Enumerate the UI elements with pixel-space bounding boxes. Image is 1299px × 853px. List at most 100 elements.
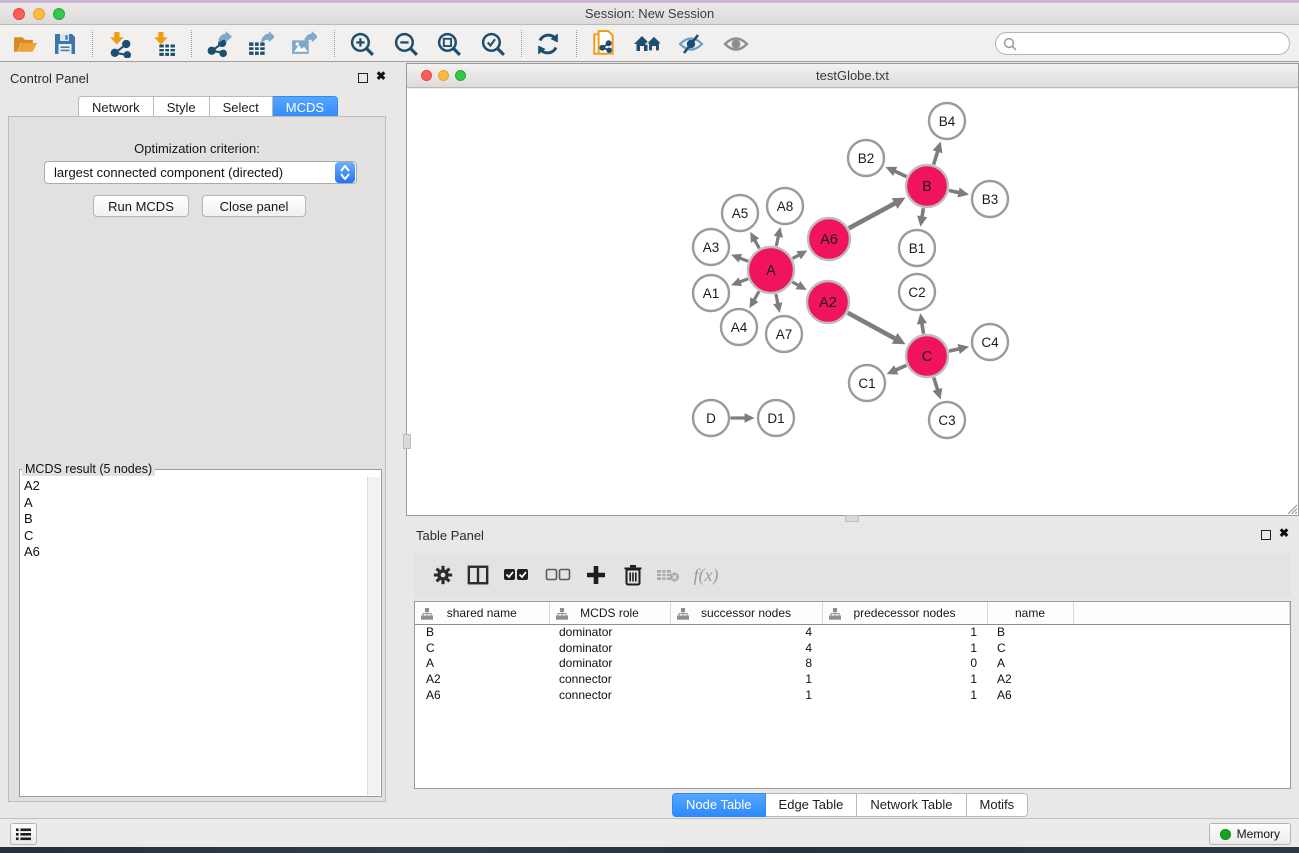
graph-edge-A6-B[interactable]	[849, 203, 896, 228]
graph-node-C2[interactable]: C2	[899, 274, 935, 310]
tab-edge-table[interactable]: Edge Table	[766, 793, 858, 817]
table-cell[interactable]: A6	[415, 687, 549, 703]
table-cell[interactable]: A	[415, 655, 549, 671]
graph-edge-A-A7[interactable]	[776, 294, 778, 305]
table-cell[interactable]: 1	[670, 671, 822, 687]
graph-node-C3[interactable]: C3	[929, 402, 965, 438]
graph-edge-A-A8[interactable]	[776, 235, 778, 246]
table-cell[interactable]: 1	[670, 687, 822, 703]
tab-motifs[interactable]: Motifs	[967, 793, 1029, 817]
table-row[interactable]: Cdominator41C	[415, 640, 1290, 656]
table-row[interactable]: Adominator80A	[415, 655, 1290, 671]
graph-edge-B-B2[interactable]	[894, 171, 907, 177]
refresh-button[interactable]	[533, 29, 563, 59]
table-cell[interactable]: C	[987, 640, 1073, 656]
resize-grip-icon[interactable]	[1285, 502, 1297, 514]
graph-edge-B-B3[interactable]	[949, 191, 960, 193]
column-header-name[interactable]: name	[987, 602, 1073, 624]
table-cell[interactable]: connector	[549, 671, 670, 687]
vertical-scroll-thumb[interactable]	[403, 434, 411, 449]
table-row[interactable]: A2connector11A2	[415, 671, 1290, 687]
table-cell[interactable]: B	[415, 624, 549, 640]
graph-node-A3[interactable]: A3	[693, 229, 729, 265]
export-network-button[interactable]	[203, 29, 233, 59]
table-cell[interactable]: 1	[822, 624, 987, 640]
optimization-criterion-select[interactable]: largest connected component (directed)	[44, 161, 357, 184]
table-cell[interactable]: A2	[415, 671, 549, 687]
list-item[interactable]: A6	[24, 544, 40, 561]
graph-node-A5[interactable]: A5	[722, 195, 758, 231]
graph-edge-C-C3[interactable]	[934, 377, 938, 390]
show-details-button[interactable]	[721, 29, 751, 59]
graph-node-C[interactable]: C	[906, 335, 948, 377]
table-cell[interactable]: 4	[670, 624, 822, 640]
graph-node-B3[interactable]: B3	[972, 181, 1008, 217]
zoom-in-button[interactable]	[347, 29, 377, 59]
table-cell[interactable]: 8	[670, 655, 822, 671]
graph-node-D[interactable]: D	[693, 400, 729, 436]
table-cell[interactable]: 1	[822, 671, 987, 687]
tab-network-table[interactable]: Network Table	[857, 793, 966, 817]
table-row[interactable]: Bdominator41B	[415, 624, 1290, 640]
zoom-selected-button[interactable]	[478, 29, 508, 59]
float-panel-icon[interactable]	[1261, 530, 1271, 540]
table-cell[interactable]: dominator	[549, 655, 670, 671]
zoom-out-button[interactable]	[391, 29, 421, 59]
graph-edge-A-A5[interactable]	[754, 239, 759, 248]
graph-node-C1[interactable]: C1	[849, 365, 885, 401]
table-cell[interactable]: 4	[670, 640, 822, 656]
graph-node-A8[interactable]: A8	[767, 188, 803, 224]
search-input[interactable]	[1017, 37, 1289, 51]
save-session-button[interactable]	[50, 29, 80, 59]
graph-node-A[interactable]: A	[748, 247, 794, 293]
list-item[interactable]: C	[24, 528, 40, 545]
table-cell[interactable]: dominator	[549, 640, 670, 656]
table-cell[interactable]: 1	[822, 687, 987, 703]
column-header-successor-nodes[interactable]: successor nodes	[670, 602, 822, 624]
export-table-button[interactable]	[245, 29, 275, 59]
zoom-fit-button[interactable]	[434, 29, 464, 59]
graph-node-A4[interactable]: A4	[721, 309, 757, 345]
network-canvas[interactable]: B4B2BB3A5A8A6B1A3AA1C2A2A4A7C4CC1C3DD1	[407, 89, 1298, 515]
graph-node-B1[interactable]: B1	[899, 230, 935, 266]
result-scrollbar[interactable]	[367, 477, 380, 795]
graph-node-B[interactable]: B	[906, 165, 948, 207]
table-cell[interactable]: A2	[987, 671, 1073, 687]
table-cell[interactable]: 1	[822, 640, 987, 656]
show-columns-button[interactable]	[462, 560, 494, 590]
task-history-button[interactable]	[10, 823, 37, 845]
table-cell[interactable]: B	[987, 624, 1073, 640]
graph-edge-A-A4[interactable]	[754, 291, 759, 301]
table-row[interactable]: A6connector11A6	[415, 687, 1290, 703]
graph-edge-C-C2[interactable]	[922, 322, 924, 334]
list-item[interactable]: A2	[24, 478, 40, 495]
table-cell[interactable]: 0	[822, 655, 987, 671]
graph-node-B2[interactable]: B2	[848, 140, 884, 176]
delete-table-button[interactable]	[652, 560, 684, 590]
close-panel-icon[interactable]: ✖	[376, 69, 386, 83]
graph-edge-B-B4[interactable]	[934, 150, 938, 164]
graph-edge-C-C1[interactable]	[895, 365, 907, 370]
list-item[interactable]: A	[24, 495, 40, 512]
graph-node-A1[interactable]: A1	[693, 275, 729, 311]
run-mcds-button[interactable]: Run MCDS	[93, 195, 189, 217]
hide-details-button[interactable]	[676, 29, 706, 59]
tab-node-table[interactable]: Node Table	[672, 793, 766, 817]
import-table-button[interactable]	[148, 29, 178, 59]
column-header-predecessor-nodes[interactable]: predecessor nodes	[822, 602, 987, 624]
graph-node-A7[interactable]: A7	[766, 316, 802, 352]
graph-node-A6[interactable]: A6	[808, 218, 850, 260]
add-column-button[interactable]	[580, 560, 612, 590]
import-network-button[interactable]	[104, 29, 134, 59]
column-header-mcds-role[interactable]: MCDS role	[549, 602, 670, 624]
deselect-all-button[interactable]	[542, 560, 574, 590]
table-cell[interactable]: connector	[549, 687, 670, 703]
memory-button[interactable]: Memory	[1209, 823, 1291, 845]
table-cell[interactable]: A	[987, 655, 1073, 671]
column-header-shared-name[interactable]: shared name	[415, 602, 549, 624]
table-cell[interactable]: A6	[987, 687, 1073, 703]
graph-node-D1[interactable]: D1	[758, 400, 794, 436]
table-cell[interactable]: dominator	[549, 624, 670, 640]
delete-column-button[interactable]	[617, 560, 649, 590]
home-apps-button[interactable]	[633, 29, 663, 59]
